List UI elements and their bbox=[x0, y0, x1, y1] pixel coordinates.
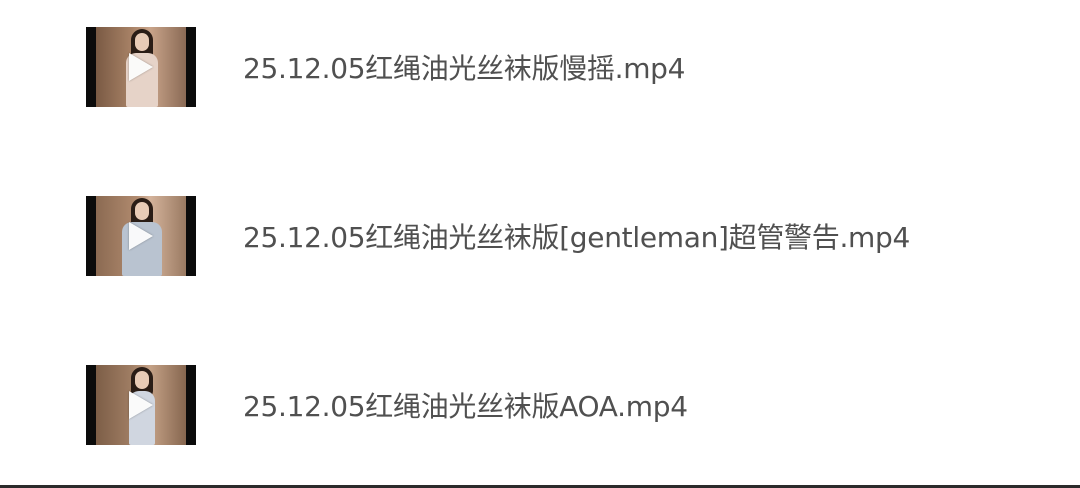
file-name[interactable]: 25.12.05红绳油光丝袜版AOA.mp4 bbox=[243, 391, 688, 423]
file-name[interactable]: 25.12.05红绳油光丝袜版[gentleman]超管警告.mp4 bbox=[243, 222, 910, 254]
video-thumbnail[interactable] bbox=[86, 27, 196, 107]
video-thumbnail[interactable] bbox=[86, 196, 196, 276]
list-item[interactable]: 25.12.05红绳油光丝袜版[gentleman]超管警告.mp4 bbox=[0, 196, 1080, 276]
video-thumbnail[interactable] bbox=[86, 365, 196, 445]
file-name[interactable]: 25.12.05红绳油光丝袜版慢摇.mp4 bbox=[243, 53, 685, 85]
list-item[interactable]: 25.12.05红绳油光丝袜版AOA.mp4 bbox=[0, 365, 1080, 445]
play-icon bbox=[129, 391, 153, 419]
play-icon bbox=[129, 53, 153, 81]
play-icon bbox=[129, 222, 153, 250]
video-file-list: 25.12.05红绳油光丝袜版慢摇.mp4 25.12.05红绳油光丝袜版[ge… bbox=[0, 0, 1080, 488]
list-item[interactable]: 25.12.05红绳油光丝袜版慢摇.mp4 bbox=[0, 27, 1080, 107]
